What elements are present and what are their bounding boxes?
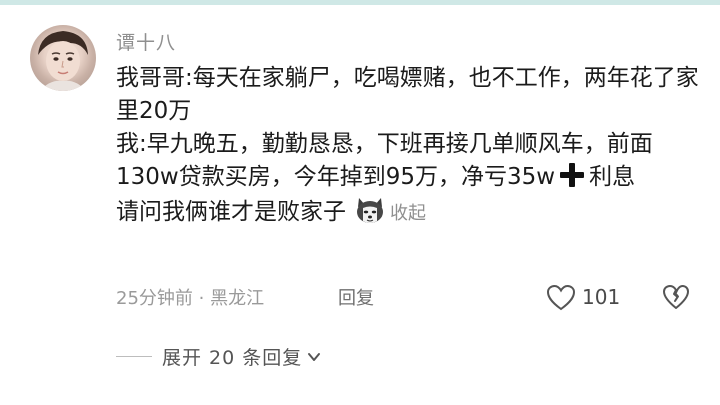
expand-replies-label: 展开 20 条回复 xyxy=(162,347,303,369)
heart-icon xyxy=(546,284,576,310)
broken-heart-icon[interactable] xyxy=(662,284,690,310)
top-accent-bar xyxy=(0,0,720,5)
collapse-button[interactable]: 收起 xyxy=(390,203,426,224)
comment-text: 请问我俩谁才是败家子 xyxy=(116,199,346,225)
comment-line: 我哥哥:每天在家躺尸，吃喝嫖赌，也不工作，两年花了家里20万 xyxy=(116,65,699,124)
plus-icon xyxy=(560,163,585,187)
reply-button[interactable]: 回复 xyxy=(338,284,374,310)
comment-line: 请问我俩谁才是败家子 收起 xyxy=(116,194,706,230)
comment-time-location: 25分钟前 · 黑龙江 xyxy=(116,288,265,309)
husky-dog-emoji-icon xyxy=(357,198,383,223)
divider-line xyxy=(116,356,152,357)
username[interactable]: 谭十八 xyxy=(116,28,176,55)
like-button[interactable]: 101 xyxy=(546,283,620,311)
user-avatar[interactable] xyxy=(30,25,96,91)
comment-line: 我:早九晚五，勤勤恳恳，下班再接几单顺风车，前面130w贷款买房，今年掉到95万… xyxy=(116,128,706,194)
chevron-down-icon xyxy=(308,352,321,361)
comment-body: 我哥哥:每天在家躺尸，吃喝嫖赌，也不工作，两年花了家里20万 我:早九晚五，勤勤… xyxy=(116,62,706,230)
like-count: 101 xyxy=(582,285,621,309)
expand-replies-button[interactable]: 展开 20 条回复 xyxy=(116,343,322,370)
comment-text: 利息 xyxy=(589,164,636,190)
